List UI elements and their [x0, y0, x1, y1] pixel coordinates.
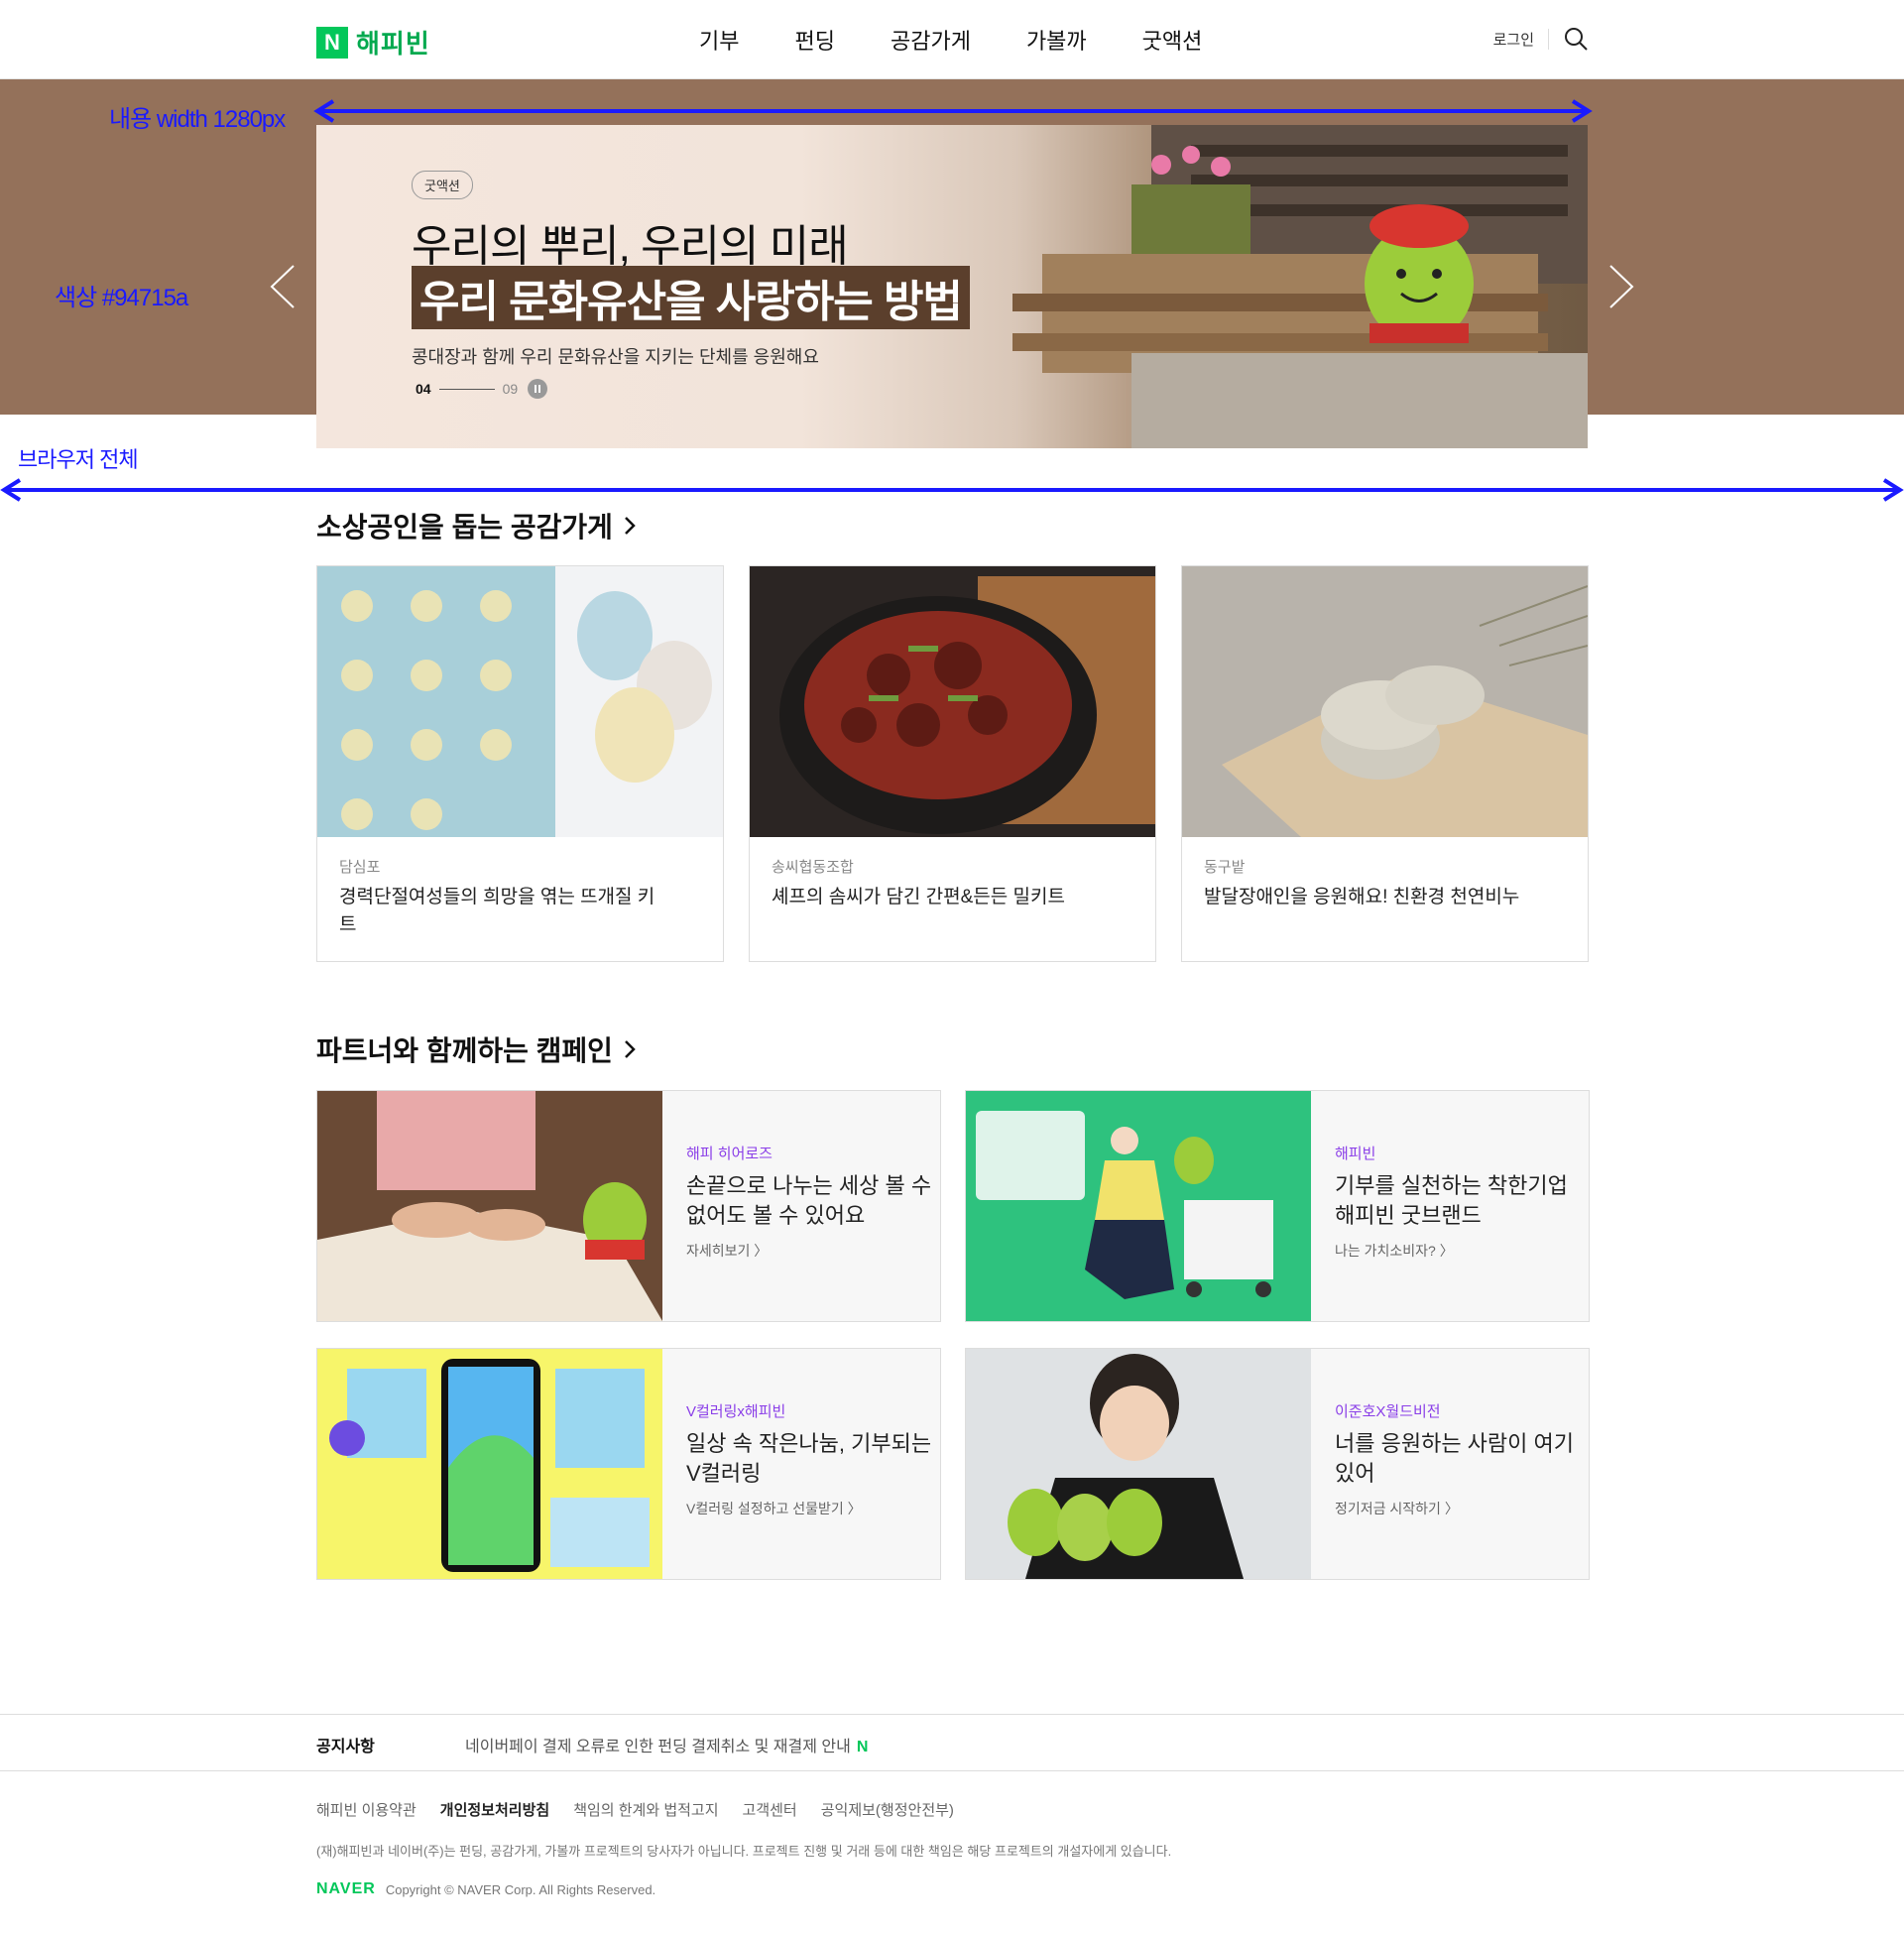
nav-funding[interactable]: 펀딩 [794, 24, 834, 56]
campaign-label: 해피빈 [1335, 1146, 1376, 1162]
main-nav: 기부 펀딩 공감가게 가볼까 굿액션 [699, 24, 1257, 56]
campaign-card[interactable]: 해피빈 기부를 실천하는 착한기업 해피빈 굿브랜드 나는 가치소비자? 〉 [965, 1090, 1590, 1322]
footer-link-privacy[interactable]: 개인정보처리방침 [440, 1799, 549, 1820]
card-category: 송씨협동조합 [772, 859, 854, 876]
nav-donate[interactable]: 기부 [699, 24, 739, 56]
search-icon[interactable] [1563, 26, 1589, 52]
campaign-title: 너를 응원하는 사람이 여기 있어 [1335, 1431, 1574, 1486]
pager-total: 09 [502, 381, 519, 397]
nav-store[interactable]: 공감가게 [891, 24, 971, 56]
card-category: 담심포 [339, 859, 381, 876]
campaign-title: 기부를 실천하는 착한기업 해피빈 굿브랜드 [1335, 1173, 1568, 1228]
footer-link-support[interactable]: 고객센터 [743, 1799, 797, 1820]
naver-logo-icon: N [316, 26, 348, 59]
nav-goodaction[interactable]: 굿액션 [1142, 24, 1203, 56]
campaign-more-link[interactable]: 나는 가치소비자? 〉 [1335, 1241, 1583, 1261]
card-image-mealkit [750, 566, 1155, 837]
footer-disclaimer: (재)해피빈과 네이버(주)는 펀딩, 공감가게, 가볼까 프로젝트의 당사자가… [316, 1844, 1172, 1859]
campaign-text: 해피 히어로즈 손끝으로 나누는 세상 볼 수 없어도 볼 수 있어요 자세히보… [686, 1143, 934, 1261]
campaign-more-link[interactable]: V컬러링 설정하고 선물받기 〉 [686, 1499, 934, 1518]
campaign-card[interactable]: V컬러링x해피빈 일상 속 작은나눔, 기부되는 V컬러링 V컬러링 설정하고 … [316, 1348, 941, 1580]
header: N 해피빈 기부 펀딩 공감가게 가볼까 굿액션 로그인 [0, 0, 1904, 79]
campaign-more-link[interactable]: 정기저금 시작하기 〉 [1335, 1499, 1583, 1518]
logo-text: 해피빈 [356, 29, 430, 59]
section-store-title[interactable]: 소상공인을 돕는 공감가게 [316, 506, 637, 545]
hero-prev-arrow-icon[interactable] [268, 262, 298, 311]
pause-icon[interactable] [528, 379, 548, 399]
card-title: 발달장애인을 응원해요! 친환경 천연비누 [1204, 887, 1520, 907]
naver-logo[interactable]: NAVER [316, 1880, 376, 1898]
logo[interactable]: N 해피빈 [316, 24, 430, 60]
pager-progress-line [438, 388, 495, 390]
notice-text: 네이버페이 결제 오류로 인한 펀딩 결제취소 및 재결제 안내 [465, 1739, 851, 1755]
notice-link[interactable]: 네이버페이 결제 오류로 인한 펀딩 결제취소 및 재결제 안내 N [465, 1733, 868, 1756]
section-store-title-text: 소상공인을 돕는 공감가게 [316, 512, 613, 543]
card-image-soap [1182, 566, 1589, 837]
campaign-image-worldvision [966, 1349, 1311, 1579]
card-category: 동구밭 [1204, 859, 1246, 876]
chevron-right-icon [625, 517, 636, 535]
campaign-label: V컬러링x해피빈 [686, 1403, 786, 1420]
annotation-content-width: 내용 width 1280px [109, 106, 286, 133]
campaign-text: 해피빈 기부를 실천하는 착한기업 해피빈 굿브랜드 나는 가치소비자? 〉 [1335, 1143, 1583, 1261]
campaign-label: 해피 히어로즈 [686, 1146, 773, 1162]
hero-badge: 굿액션 [412, 171, 473, 199]
section-campaign-title[interactable]: 파트너와 함께하는 캠페인 [316, 1029, 637, 1069]
footer-link-report[interactable]: 공익제보(행정안전부) [821, 1799, 954, 1820]
card-title: 경력단절여성들의 희망을 엮는 뜨개질 키트 [339, 887, 655, 935]
campaign-label: 이준호X월드비전 [1335, 1403, 1441, 1420]
footer-copyright: NAVER Copyright © NAVER Corp. All Rights… [316, 1880, 655, 1898]
store-card[interactable]: 송씨협동조합 셰프의 솜씨가 담긴 간편&든든 밀키트 [749, 565, 1156, 962]
copyright-text: Copyright © NAVER Corp. All Rights Reser… [385, 1881, 656, 1897]
hero-next-arrow-icon[interactable] [1606, 262, 1636, 311]
annotation-browser-full: 브라우저 전체 [18, 447, 139, 472]
hero-subtitle: 콩대장과 함께 우리 문화유산을 지키는 단체를 응원해요 [412, 347, 819, 367]
header-util: 로그인 [1493, 26, 1589, 52]
hero-title-line1: 우리의 뿌리, 우리의 미래 [412, 222, 849, 271]
campaign-image-braille [317, 1091, 662, 1321]
card-title: 셰프의 솜씨가 담긴 간편&든든 밀키트 [772, 887, 1065, 907]
pager-current: 04 [416, 381, 431, 397]
campaign-image-vcoloring [317, 1349, 662, 1579]
nav-visit[interactable]: 가볼까 [1026, 24, 1087, 56]
notice-label: 공지사항 [316, 1739, 375, 1755]
campaign-card[interactable]: 이준호X월드비전 너를 응원하는 사람이 여기 있어 정기저금 시작하기 〉 [965, 1348, 1590, 1580]
hero-pager: 04 09 [416, 379, 548, 399]
footer-links: 해피빈 이용약관 개인정보처리방침 책임의 한계와 법적고지 고객센터 공익제보… [316, 1799, 978, 1820]
content-width-arrow-icon [313, 99, 1593, 123]
footer-link-legal[interactable]: 책임의 한계와 법적고지 [573, 1799, 718, 1820]
browser-width-arrow-icon [0, 478, 1904, 502]
store-card[interactable]: 담심포 경력단절여성들의 희망을 엮는 뜨개질 키트 [316, 565, 724, 962]
section-campaign-title-text: 파트너와 함께하는 캠페인 [316, 1035, 613, 1066]
new-badge: N [856, 1739, 869, 1755]
campaign-card[interactable]: 해피 히어로즈 손끝으로 나누는 세상 볼 수 없어도 볼 수 있어요 자세히보… [316, 1090, 941, 1322]
campaign-title: 일상 속 작은나눔, 기부되는 V컬러링 [686, 1431, 932, 1486]
chevron-right-icon [625, 1040, 636, 1058]
campaign-more-link[interactable]: 자세히보기 〉 [686, 1241, 934, 1261]
hero-title-line2: 우리 문화유산을 사랑하는 방법 [412, 266, 970, 329]
annotation-color: 색상 #94715a [55, 285, 188, 311]
login-link[interactable]: 로그인 [1493, 28, 1549, 50]
campaign-text: 이준호X월드비전 너를 응원하는 사람이 여기 있어 정기저금 시작하기 〉 [1335, 1400, 1583, 1518]
campaign-text: V컬러링x해피빈 일상 속 작은나눔, 기부되는 V컬러링 V컬러링 설정하고 … [686, 1400, 934, 1518]
hero-banner[interactable]: 굿액션 우리의 뿌리, 우리의 미래 우리 문화유산을 사랑하는 방법 콩대장과… [316, 125, 1588, 448]
footer-link-terms[interactable]: 해피빈 이용약관 [316, 1799, 416, 1820]
card-image-knitting [317, 566, 723, 837]
store-card[interactable]: 동구밭 발달장애인을 응원해요! 친환경 천연비누 [1181, 565, 1589, 962]
hero-photo [1012, 125, 1588, 448]
campaign-title: 손끝으로 나누는 세상 볼 수 없어도 볼 수 있어요 [686, 1173, 932, 1228]
campaign-image-goodbrand [966, 1091, 1311, 1321]
notice-bar: 공지사항 네이버페이 결제 오류로 인한 펀딩 결제취소 및 재결제 안내 N [0, 1714, 1904, 1771]
